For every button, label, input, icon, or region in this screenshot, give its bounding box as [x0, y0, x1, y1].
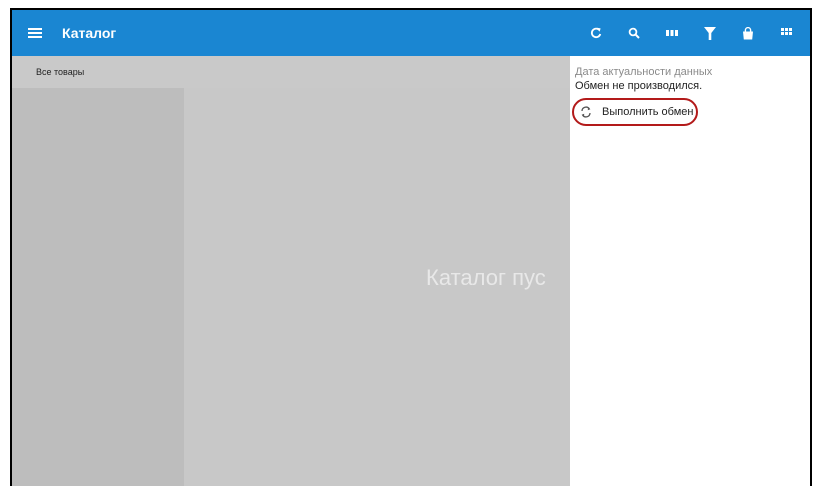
app-window: Каталог Все товары Каталог пус Дата акту…	[10, 8, 812, 486]
sync-status-text: Обмен не производился.	[575, 80, 703, 92]
filter-icon	[704, 26, 716, 40]
content-area: Все товары Каталог пус Дата актуальности…	[12, 56, 810, 486]
breadcrumb: Все товары	[12, 56, 570, 88]
catalog-pane: Все товары Каталог пус	[12, 56, 570, 486]
cart-button[interactable]	[730, 10, 766, 56]
breadcrumb-all-items[interactable]: Все товары	[36, 67, 84, 77]
search-button[interactable]	[616, 10, 652, 56]
grid-icon	[780, 27, 792, 35]
app-bar: Каталог	[12, 10, 810, 56]
empty-catalog-message: Каталог пус	[426, 265, 546, 290]
page-title: Каталог	[62, 25, 117, 41]
sync-panel: Дата актуальности данных Обмен не произв…	[570, 56, 810, 486]
sync-icon	[581, 106, 591, 118]
view-mode-icon	[666, 30, 678, 36]
filter-button[interactable]	[692, 10, 728, 56]
grid-button[interactable]	[768, 10, 804, 56]
data-date-label: Дата актуальности данных	[575, 66, 713, 78]
refresh-icon	[591, 27, 602, 39]
sync-button[interactable]: Выполнить обмен	[572, 98, 698, 126]
cart-icon	[743, 26, 753, 39]
toolbar-actions	[576, 10, 804, 56]
sync-button-label: Выполнить обмен	[602, 106, 694, 118]
search-icon	[628, 27, 640, 39]
view-mode-button[interactable]	[654, 10, 690, 56]
refresh-button[interactable]	[578, 10, 614, 56]
category-list[interactable]	[12, 88, 184, 486]
menu-button[interactable]	[12, 10, 58, 56]
menu-icon	[28, 28, 42, 38]
